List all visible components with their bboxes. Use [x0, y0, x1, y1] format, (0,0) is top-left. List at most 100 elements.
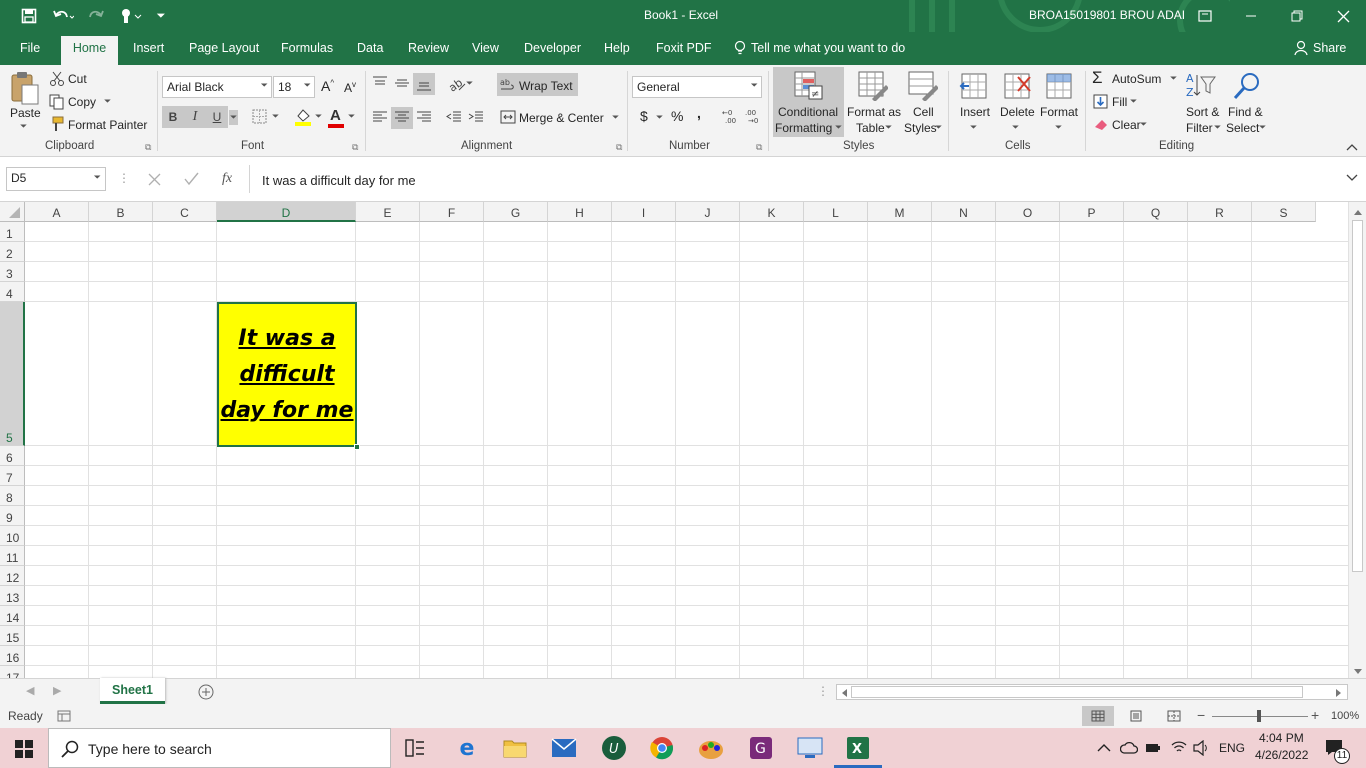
zoom-out-icon[interactable]: − — [1197, 707, 1205, 723]
font-name-dropdown-icon[interactable]: ⏷ — [261, 80, 268, 91]
find-select-label-2[interactable]: Select — [1226, 121, 1259, 135]
sort-filter-label-2[interactable]: Filter — [1186, 121, 1213, 135]
underline-button[interactable]: U — [206, 106, 228, 128]
cut-button[interactable]: Cut — [68, 72, 87, 86]
column-header-o[interactable]: O — [996, 202, 1060, 222]
format-as-table-dropdown-icon[interactable]: ⏷ — [885, 122, 892, 133]
enter-formula-icon[interactable] — [184, 172, 199, 186]
fill-color-dropdown-icon[interactable]: ⏷ — [315, 111, 322, 122]
font-color-icon[interactable]: A — [330, 107, 341, 124]
row-header-10[interactable]: 10 — [0, 526, 25, 546]
increase-decimal-icon[interactable]: ←0.00 — [722, 108, 740, 124]
column-header-p[interactable]: P — [1060, 202, 1124, 222]
next-sheet-icon[interactable]: ▶ — [53, 684, 61, 697]
align-right-icon[interactable] — [416, 110, 432, 124]
worksheet-grid[interactable]: ABCDEFGHIJKLMNOPQRS 1 2 3 4 5 6 7 8 9 10 11 12 13 14 1… — [0, 202, 1366, 678]
edge-browser-icon[interactable]: e — [455, 736, 479, 761]
excel-app-icon[interactable]: X — [846, 736, 870, 760]
tab-page-layout[interactable]: Page Layout — [189, 41, 259, 55]
column-header-r[interactable]: R — [1188, 202, 1252, 222]
column-header-j[interactable]: J — [676, 202, 740, 222]
decrease-indent-icon[interactable] — [446, 110, 462, 124]
align-left-icon[interactable] — [372, 110, 388, 124]
row-header-16[interactable]: 16 — [0, 646, 25, 666]
alignment-launcher-icon[interactable]: ⧉ — [616, 142, 622, 153]
currency-dropdown-icon[interactable]: ⏷ — [656, 112, 663, 123]
orientation-icon[interactable]: ab — [447, 76, 467, 92]
cancel-formula-icon[interactable] — [148, 173, 161, 186]
row-header-4[interactable]: 4 — [0, 282, 25, 302]
tab-split-grip-icon[interactable]: ⋮ — [817, 684, 829, 698]
tab-developer[interactable]: Developer — [524, 41, 581, 55]
font-color-dropdown-icon[interactable]: ⏷ — [348, 111, 355, 122]
column-header-e[interactable]: E — [356, 202, 420, 222]
insert-function-icon[interactable]: fx — [222, 171, 232, 187]
autosum-dropdown-icon[interactable]: ⏷ — [1170, 73, 1177, 84]
column-header-n[interactable]: N — [932, 202, 996, 222]
row-header-9[interactable]: 9 — [0, 506, 25, 526]
taskbar-search-box[interactable]: Type here to search — [48, 728, 391, 768]
zoom-level[interactable]: 100% — [1331, 710, 1359, 722]
find-select-dropdown-icon[interactable]: ⏷ — [1259, 122, 1266, 133]
borders-dropdown-icon[interactable]: ⏷ — [272, 111, 279, 122]
format-painter-button[interactable]: Format Painter — [68, 118, 147, 132]
share-button[interactable]: Share — [1313, 41, 1346, 55]
collapse-ribbon-icon[interactable] — [1346, 143, 1358, 151]
find-select-label-1[interactable]: Find & — [1228, 105, 1263, 119]
clock-date[interactable]: 4/26/2022 — [1255, 748, 1308, 762]
bold-button[interactable]: B — [162, 106, 184, 128]
decrease-decimal-icon[interactable]: .00→0 — [745, 108, 763, 124]
tab-review[interactable]: Review — [408, 41, 449, 55]
save-icon[interactable] — [16, 0, 42, 32]
row-header-12[interactable]: 12 — [0, 566, 25, 586]
font-size-dropdown-icon[interactable]: ⏷ — [304, 80, 311, 91]
scroll-left-icon[interactable] — [840, 688, 848, 698]
increase-indent-icon[interactable] — [468, 110, 484, 124]
cell-styles-label-2[interactable]: Styles — [904, 121, 937, 135]
close-icon[interactable] — [1328, 0, 1358, 32]
paint-app-icon[interactable] — [697, 736, 725, 760]
delete-cells-button[interactable]: Delete — [1000, 105, 1035, 119]
ribbon-display-options-icon[interactable] — [1190, 0, 1220, 32]
scroll-up-icon[interactable] — [1353, 208, 1363, 216]
clear-button[interactable]: Clear — [1112, 118, 1141, 132]
align-center-icon[interactable] — [394, 110, 410, 124]
fill-dropdown-icon[interactable]: ⏷ — [1130, 96, 1137, 107]
task-view-icon[interactable] — [405, 739, 425, 757]
percent-button[interactable]: % — [671, 108, 683, 124]
wrap-text-button[interactable]: Wrap Text — [519, 79, 573, 93]
remote-desktop-icon[interactable] — [797, 737, 823, 759]
restore-icon[interactable] — [1282, 0, 1312, 32]
file-explorer-icon[interactable] — [503, 737, 527, 759]
name-box[interactable]: D5 ⏷ — [6, 167, 106, 191]
format-cells-dropdown-icon[interactable]: ⏷ — [1055, 122, 1062, 133]
scroll-down-icon[interactable] — [1353, 668, 1363, 676]
merge-dropdown-icon[interactable]: ⏷ — [612, 112, 619, 123]
chrome-icon[interactable] — [650, 736, 674, 760]
decrease-font-size-icon[interactable]: Av — [344, 80, 356, 95]
column-header-q[interactable]: Q — [1124, 202, 1188, 222]
sort-filter-dropdown-icon[interactable]: ⏷ — [1214, 122, 1221, 133]
row-header-13[interactable]: 13 — [0, 586, 25, 606]
row-header-14[interactable]: 14 — [0, 606, 25, 626]
accessibility-macro-icon[interactable] — [57, 710, 71, 722]
windows-start-icon[interactable] — [15, 740, 33, 758]
borders-icon[interactable] — [252, 109, 268, 125]
onedrive-cloud-icon[interactable] — [1120, 740, 1138, 756]
copy-dropdown-icon[interactable]: ⏷ — [104, 96, 111, 107]
tab-formulas[interactable]: Formulas — [281, 41, 333, 55]
format-as-table-label-2[interactable]: Table — [856, 121, 885, 135]
row-header-2[interactable]: 2 — [0, 242, 25, 262]
sort-filter-label-1[interactable]: Sort & — [1186, 105, 1219, 119]
merge-center-button[interactable]: Merge & Center — [519, 111, 604, 125]
row-header-15[interactable]: 15 — [0, 626, 25, 646]
new-sheet-icon[interactable] — [198, 684, 214, 700]
column-header-d[interactable]: D — [217, 202, 356, 222]
tab-home[interactable]: Home — [61, 36, 118, 65]
insert-cells-button[interactable]: Insert — [960, 105, 990, 119]
number-format-box[interactable]: General ⏷ — [632, 76, 762, 98]
row-header-8[interactable]: 8 — [0, 486, 25, 506]
number-launcher-icon[interactable]: ⧉ — [756, 142, 762, 153]
customize-qat-icon[interactable]: ⏷ — [152, 0, 170, 32]
column-header-h[interactable]: H — [548, 202, 612, 222]
